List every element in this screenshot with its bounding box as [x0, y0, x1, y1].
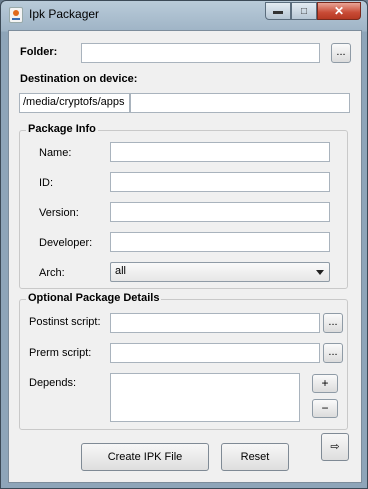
- developer-input[interactable]: [110, 232, 330, 252]
- id-label: ID:: [39, 177, 54, 189]
- java-app-icon: [9, 7, 23, 23]
- postinst-label: Postinst script:: [29, 316, 101, 328]
- depends-textarea[interactable]: [110, 373, 300, 422]
- version-input[interactable]: [110, 202, 330, 222]
- title-bar[interactable]: Ipk Packager ▬ □ ✕: [1, 1, 367, 29]
- prerm-input[interactable]: [110, 343, 320, 363]
- depends-label: Depends:: [29, 377, 77, 389]
- name-label: Name:: [39, 147, 72, 159]
- prerm-browse-button[interactable]: ...: [323, 343, 343, 363]
- optional-details-title: Optional Package Details: [26, 292, 162, 304]
- version-label: Version:: [39, 207, 79, 219]
- create-ipk-button[interactable]: Create IPK File: [81, 443, 209, 471]
- arch-dropdown[interactable]: all: [110, 262, 330, 282]
- destination-label: Destination on device:: [20, 73, 138, 85]
- destination-path-field: /media/cryptofs/apps: [19, 93, 130, 113]
- developer-label: Developer:: [39, 237, 93, 249]
- remove-depend-button[interactable]: −: [312, 399, 338, 418]
- maximize-icon: □: [300, 5, 308, 17]
- maximize-button[interactable]: □: [291, 2, 317, 20]
- arrow-right-icon: ⇨: [330, 441, 340, 453]
- destination-input[interactable]: [130, 93, 350, 113]
- postinst-input[interactable]: [110, 313, 320, 333]
- window-controls: ▬ □ ✕: [265, 2, 361, 20]
- dialog-body: Folder: ... Destination on device: /medi…: [8, 30, 362, 483]
- name-input[interactable]: [110, 142, 330, 162]
- chevron-down-icon: [316, 270, 324, 275]
- minimize-icon: ▬: [273, 5, 283, 17]
- id-input[interactable]: [110, 172, 330, 192]
- folder-browse-button[interactable]: ...: [331, 43, 351, 63]
- close-icon: ✕: [333, 4, 345, 18]
- arch-selected-value: all: [115, 265, 127, 277]
- arch-label: Arch:: [39, 267, 65, 279]
- minimize-button[interactable]: ▬: [265, 2, 291, 20]
- prerm-label: Prerm script:: [29, 347, 92, 359]
- folder-label: Folder:: [20, 46, 58, 58]
- app-window: Ipk Packager ▬ □ ✕ Folder: ... Destinati…: [0, 0, 368, 489]
- add-depend-button[interactable]: +: [312, 374, 338, 393]
- folder-input[interactable]: [81, 43, 320, 63]
- next-arrow-button[interactable]: ⇨: [321, 433, 349, 461]
- reset-button[interactable]: Reset: [221, 443, 289, 471]
- window-title: Ipk Packager: [29, 7, 100, 21]
- package-info-title: Package Info: [26, 123, 98, 135]
- close-button[interactable]: ✕: [317, 2, 361, 20]
- postinst-browse-button[interactable]: ...: [323, 313, 343, 333]
